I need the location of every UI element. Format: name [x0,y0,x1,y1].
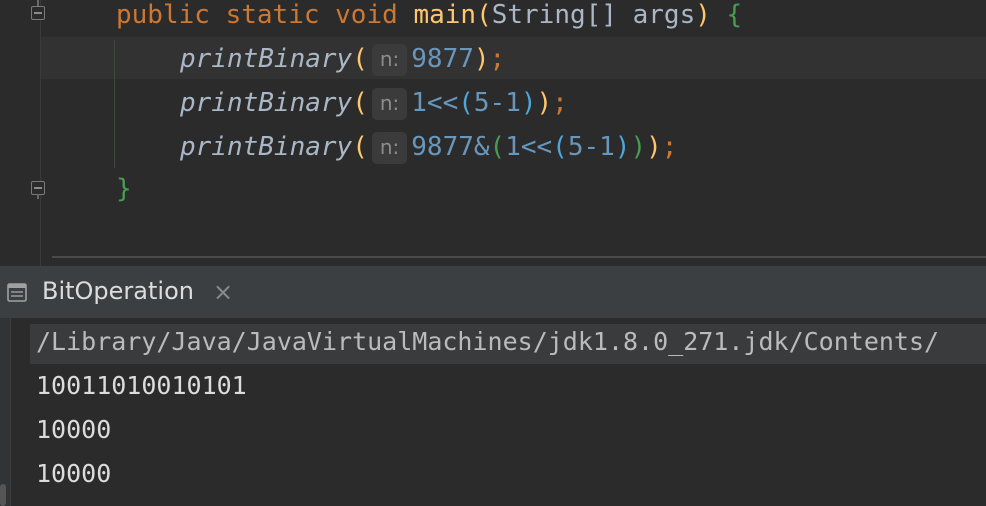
console-command: /Library/Java/JavaVirtualMachines/jdk1.8… [36,327,940,356]
code-line-call-1[interactable]: printBinary(n: 9877); [180,44,505,76]
console-output-line: 10011010010101 [36,371,247,400]
indent-guide [114,40,115,168]
keyword: public [116,0,210,30]
code-editor[interactable]: public static void main(String[] args) {… [0,0,986,266]
paren: ( [552,132,568,162]
method-call: printBinary [180,44,353,74]
console-divider [10,318,11,506]
keyword: void [335,0,398,30]
brace: } [116,174,132,204]
scrollbar-thumb[interactable] [0,484,6,506]
paren: ( [352,88,368,118]
paren: ( [352,44,368,74]
paren: ) [520,88,537,118]
keyword: static [225,0,320,30]
method-name: main [413,0,477,30]
paren: ) [536,88,553,118]
tab-label: BitOperation [42,277,194,305]
parameter-hint: n: [371,132,408,164]
expression: 5-1 [567,132,615,162]
brace: { [726,0,743,30]
paren: ( [476,0,492,30]
semicolon: ; [552,88,568,118]
paren: ) [614,132,631,162]
param-type: String[] [491,0,617,30]
semicolon: ; [661,132,678,162]
code-line-call-2[interactable]: printBinary(n: 1<<(5-1)); [180,88,568,120]
code-line-main-signature[interactable]: public static void main(String[] args) { [116,0,742,30]
console-output[interactable]: /Library/Java/JavaVirtualMachines/jdk1.8… [0,318,986,506]
editor-gutter [0,0,40,266]
code-line-call-3[interactable]: printBinary(n: 9877&(1<<(5-1))); [180,132,677,164]
method-call: printBinary [180,132,353,162]
console-output-line: 10000 [36,415,112,444]
method-separator [52,256,986,258]
semicolon: ; [489,44,506,74]
fold-collapse-icon[interactable] [31,6,45,20]
fold-stem [37,194,39,199]
paren: ) [473,44,490,74]
param-name: args [632,0,696,30]
expression: 9877& [411,132,490,162]
paren: ( [352,132,368,162]
expression: 1<< [505,132,553,162]
paren: ) [695,0,711,30]
code-line-close-brace[interactable]: } [116,174,132,204]
parameter-hint: n: [371,88,408,120]
run-tool-window-header: BitOperation × [0,266,986,318]
tab-bitoperation[interactable]: BitOperation × [0,266,233,318]
console-gutter [0,318,10,506]
close-icon[interactable]: × [213,280,233,304]
fold-end-icon[interactable] [31,181,45,195]
method-call: printBinary [180,88,353,118]
console-output-line: 10000 [36,459,112,488]
expression: 5-1 [473,88,521,118]
paren: ) [646,132,662,162]
parameter-hint: n: [371,44,408,76]
literal: 9877 [411,44,474,74]
paren: ) [630,132,647,162]
paren: ( [458,88,474,118]
paren: ( [489,132,506,162]
expression: 1<< [411,88,459,118]
